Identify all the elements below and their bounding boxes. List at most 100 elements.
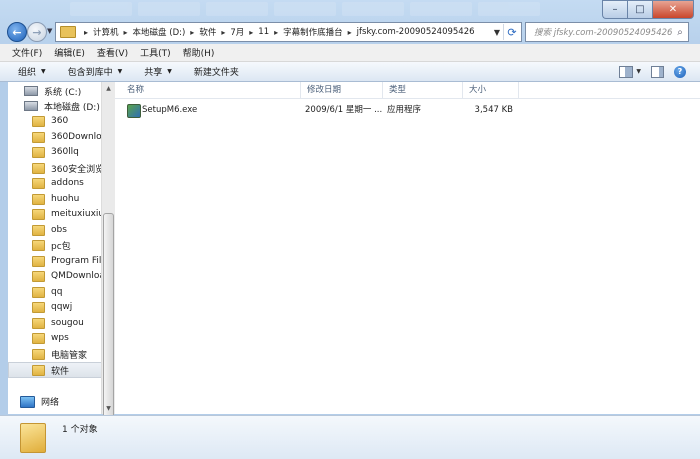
folder-icon — [32, 239, 45, 251]
file-modified: 2009/6/1 星期一 ... — [305, 105, 383, 115]
history-dropdown[interactable]: ▼ — [47, 27, 52, 35]
tree-folder-pc-manager[interactable]: 电脑管家 — [32, 347, 87, 361]
tree-drive-c[interactable]: 系统 (C:) — [24, 84, 81, 98]
maximize-button[interactable]: □ — [627, 0, 652, 19]
view-dropdown-icon[interactable]: ▼ — [636, 68, 641, 75]
breadcrumb-computer[interactable]: 计算机 — [93, 26, 119, 38]
tree-network[interactable]: 网络 — [20, 395, 59, 408]
drive-icon — [24, 86, 38, 96]
folder-icon — [32, 348, 45, 360]
close-button[interactable]: ✕ — [652, 0, 694, 19]
forward-button[interactable]: → — [27, 22, 47, 42]
refresh-button[interactable]: ⟳ — [503, 24, 520, 40]
tree-label: wps — [51, 333, 69, 343]
share-label: 共享 — [144, 68, 163, 78]
folder-icon — [20, 423, 46, 453]
file-list: 名称 修改日期 类型 大小 SetupM6.exe 2009/6/1 星期一 .… — [115, 82, 700, 414]
tree-folder-qmdownload[interactable]: QMDownload — [32, 269, 111, 283]
column-modified[interactable]: 修改日期 — [301, 82, 383, 98]
breadcrumb-software[interactable]: 软件 — [199, 26, 216, 38]
tree-label: 本地磁盘 (D:) — [44, 102, 100, 113]
tree-label: addons — [51, 178, 84, 188]
search-icon[interactable]: ⌕ — [672, 27, 688, 38]
column-type[interactable]: 类型 — [383, 82, 463, 98]
tree-drive-d[interactable]: 本地磁盘 (D:) — [24, 99, 100, 113]
preview-pane-icon[interactable] — [651, 65, 664, 78]
file-type: 应用程序 — [387, 105, 422, 115]
menu-tools[interactable]: 工具(T) — [134, 46, 177, 59]
search-box[interactable]: 搜索 jfsky.com-20090524095426 ⌕ — [525, 22, 689, 42]
tree-folder-qq[interactable]: qq — [32, 285, 62, 299]
search-input[interactable]: 搜索 jfsky.com-20090524095426 — [526, 26, 672, 38]
chevron-right-icon: ▸ — [84, 27, 89, 37]
tree-folder-pc[interactable]: pc包 — [32, 238, 71, 252]
application-icon — [127, 104, 141, 118]
details-pane: 1 个对象 — [0, 415, 700, 459]
folder-icon — [32, 193, 45, 205]
chevron-right-icon[interactable]: ▸ — [274, 28, 278, 37]
folder-icon — [32, 131, 45, 143]
menu-view[interactable]: 查看(V) — [91, 46, 134, 59]
tree-label: 电脑管家 — [51, 350, 88, 361]
menu-help[interactable]: 帮助(H) — [177, 46, 221, 59]
chevron-right-icon[interactable]: ▸ — [221, 28, 225, 37]
chevron-right-icon[interactable]: ▸ — [348, 28, 352, 37]
back-button[interactable]: ← — [7, 22, 27, 42]
tree-label: huohu — [51, 194, 80, 204]
tree-folder-sougou[interactable]: sougou — [32, 316, 84, 330]
tree-label: 360 — [51, 116, 69, 126]
tree-folder-huohu[interactable]: huohu — [32, 192, 79, 206]
explorer-window: – □ ✕ ← → ▼ ▸ 计算机 ▸ 本地磁盘 (D:) ▸ 软件 ▸ 7月 … — [0, 0, 700, 459]
caret-down-icon: ▼ — [41, 68, 46, 75]
address-bar[interactable]: ▸ 计算机 ▸ 本地磁盘 (D:) ▸ 软件 ▸ 7月 ▸ 11 ▸ 字幕制作底… — [55, 22, 522, 42]
file-row[interactable]: SetupM6.exe 2009/6/1 星期一 ... 应用程序 3,547 … — [115, 102, 700, 118]
tree-label: 系统 (C:) — [44, 87, 82, 98]
tree-folder-qqwj[interactable]: qqwj — [32, 300, 72, 314]
folder-icon — [32, 332, 45, 344]
menu-file[interactable]: 文件(F) — [0, 46, 48, 59]
breadcrumb-july[interactable]: 7月 — [230, 26, 244, 38]
column-name[interactable]: 名称 — [115, 82, 301, 98]
folder-icon — [32, 177, 45, 189]
new-folder-button[interactable]: 新建文件夹 — [183, 65, 250, 78]
chevron-right-icon[interactable]: ▸ — [249, 28, 253, 37]
arrow-left-icon: ← — [12, 25, 22, 39]
help-icon[interactable]: ? — [674, 65, 686, 78]
share-button[interactable]: 共享 ▼ — [133, 65, 183, 78]
scroll-up-icon[interactable]: ▲ — [102, 82, 115, 94]
folder-icon — [32, 364, 45, 376]
tree-folder-obs[interactable]: obs — [32, 223, 67, 237]
tree-label: qq — [51, 287, 63, 297]
organize-label: 组织 — [18, 68, 37, 78]
caret-down-icon: ▼ — [167, 68, 172, 75]
chevron-right-icon[interactable]: ▸ — [124, 28, 128, 37]
chevron-right-icon[interactable]: ▸ — [190, 28, 194, 37]
scroll-down-icon[interactable]: ▼ — [102, 402, 115, 414]
toolbar-right: ▼ ? — [619, 65, 700, 78]
breadcrumb-subtitle[interactable]: 字幕制作底播台 — [283, 26, 343, 38]
folder-icon — [32, 270, 45, 282]
view-options-icon[interactable] — [619, 65, 634, 78]
refresh-icon: ⟳ — [507, 25, 517, 39]
column-size[interactable]: 大小 — [463, 82, 519, 98]
breadcrumb-drive-d[interactable]: 本地磁盘 (D:) — [133, 26, 186, 38]
menu-edit[interactable]: 编辑(E) — [48, 46, 91, 59]
breadcrumb-jfsky[interactable]: jfsky.com-20090524095426 — [357, 27, 475, 37]
tree-folder-meituxiuxiu[interactable]: meituxiuxiu — [32, 207, 104, 221]
tree-folder-addons[interactable]: addons — [32, 176, 84, 190]
tree-folder-360[interactable]: 360 — [32, 114, 68, 128]
organize-button[interactable]: 组织 ▼ — [0, 65, 57, 78]
include-library-button[interactable]: 包含到库中 ▼ — [57, 65, 134, 78]
nav-scrollbar[interactable]: ▲ ▼ — [101, 82, 115, 459]
caret-down-icon: ▼ — [117, 68, 123, 75]
tree-folder-360llq[interactable]: 360llq — [32, 145, 79, 159]
tree-label: sougou — [51, 318, 84, 328]
breadcrumb-11[interactable]: 11 — [258, 27, 269, 37]
tree-folder-wps[interactable]: wps — [32, 331, 69, 345]
tree-folder-program-files[interactable]: Program Files — [32, 254, 112, 268]
minimize-button[interactable]: – — [602, 0, 627, 19]
address-dropdown-button[interactable]: ▼ — [491, 28, 503, 37]
tree-label: obs — [51, 225, 67, 235]
command-bar: 组织 ▼ 包含到库中 ▼ 共享 ▼ 新建文件夹 ▼ ? — [0, 62, 700, 82]
file-size: 3,547 KB — [474, 105, 513, 115]
